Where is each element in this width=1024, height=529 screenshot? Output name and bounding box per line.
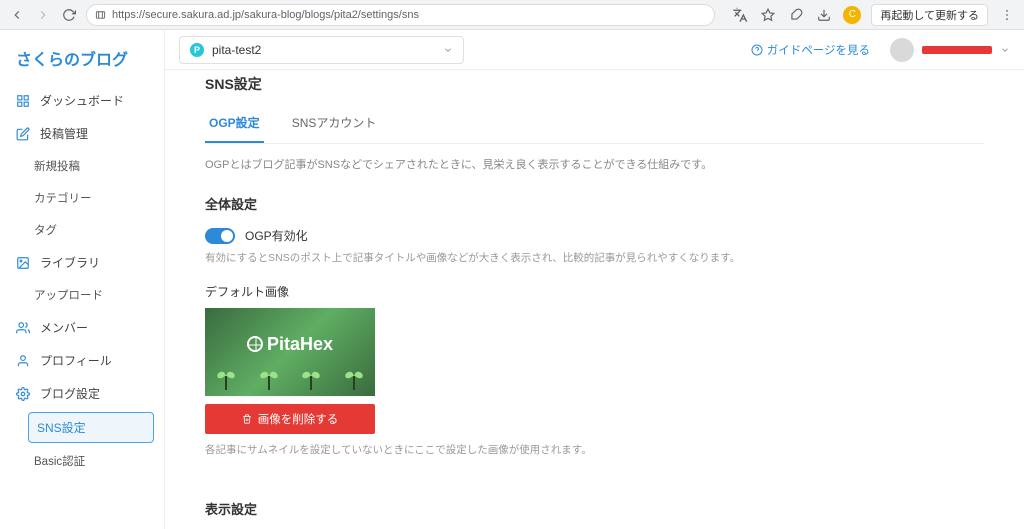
sidebar-label: プロフィール bbox=[40, 352, 112, 369]
user-name-redacted bbox=[922, 46, 992, 54]
download-icon[interactable] bbox=[815, 6, 833, 24]
content: SNS設定 OGP設定 SNSアカウント OGPとはブログ記事がSNSなどでシェ… bbox=[165, 70, 1024, 529]
sidebar-item-category[interactable]: カテゴリー bbox=[0, 182, 164, 214]
guide-link[interactable]: ガイドページを見る bbox=[751, 42, 870, 58]
tabs: OGP設定 SNSアカウント bbox=[205, 106, 984, 144]
sidebar-item-upload[interactable]: アップロード bbox=[0, 279, 164, 311]
back-button[interactable] bbox=[8, 6, 26, 24]
help-icon bbox=[751, 44, 763, 56]
tab-ogp[interactable]: OGP設定 bbox=[205, 106, 264, 143]
kebab-menu-icon[interactable] bbox=[998, 6, 1016, 24]
site-info-icon bbox=[95, 9, 106, 20]
gear-icon bbox=[16, 387, 30, 401]
translate-icon[interactable] bbox=[731, 6, 749, 24]
user-menu[interactable] bbox=[890, 38, 1010, 62]
blog-avatar-icon: P bbox=[190, 43, 204, 57]
sidebar-item-tag[interactable]: タグ bbox=[0, 214, 164, 246]
sidebar-label: 投稿管理 bbox=[40, 125, 88, 142]
dashboard-icon bbox=[16, 94, 30, 108]
avatar bbox=[890, 38, 914, 62]
ogp-help-text: OGPとはブログ記事がSNSなどでシェアされたときに、見栄え良く表示することがで… bbox=[205, 156, 984, 172]
sidebar: さくらのブログ ダッシュボード 投稿管理 新規投稿 カテゴリー タグ ライブラリ… bbox=[0, 30, 165, 529]
profile-icon[interactable]: C bbox=[843, 6, 861, 24]
url-text: https://secure.sakura.ad.jp/sakura-blog/… bbox=[112, 9, 419, 21]
address-bar[interactable]: https://secure.sakura.ad.jp/sakura-blog/… bbox=[86, 4, 715, 26]
tab-sns-account[interactable]: SNSアカウント bbox=[288, 106, 381, 143]
ogp-enable-help: 有効にするとSNSのポスト上で記事タイトルや画像などが大きく表示され、比較的記事… bbox=[205, 250, 984, 265]
blog-selector[interactable]: P pita-test2 bbox=[179, 36, 464, 64]
trash-icon bbox=[242, 414, 252, 424]
image-brand-text: PitaHex bbox=[247, 334, 333, 355]
sidebar-item-new-post[interactable]: 新規投稿 bbox=[0, 150, 164, 182]
sidebar-item-blog-settings[interactable]: ブログ設定 bbox=[0, 377, 164, 410]
sidebar-label: ダッシュボード bbox=[40, 92, 124, 109]
sidebar-item-basic-auth[interactable]: Basic認証 bbox=[0, 445, 164, 477]
section-global: 全体設定 bbox=[205, 194, 984, 213]
image-icon bbox=[16, 256, 30, 270]
browser-toolbar: https://secure.sakura.ad.jp/sakura-blog/… bbox=[0, 0, 1024, 30]
globe-icon bbox=[247, 336, 263, 352]
app-logo[interactable]: さくらのブログ bbox=[0, 40, 164, 84]
sidebar-label: ライブラリ bbox=[40, 254, 100, 271]
sidebar-item-member[interactable]: メンバー bbox=[0, 311, 164, 344]
edit-icon bbox=[16, 127, 30, 141]
bookmark-icon[interactable] bbox=[759, 6, 777, 24]
chevron-down-icon bbox=[1000, 45, 1010, 55]
user-icon bbox=[16, 354, 30, 368]
extensions-icon[interactable] bbox=[787, 6, 805, 24]
delete-image-button[interactable]: 画像を削除する bbox=[205, 404, 375, 434]
topbar: P pita-test2 ガイドページを見る bbox=[165, 30, 1024, 70]
ogp-enable-toggle[interactable] bbox=[205, 228, 235, 244]
reload-update-chip[interactable]: 再起動して更新する bbox=[871, 4, 988, 26]
reload-button[interactable] bbox=[60, 6, 78, 24]
users-icon bbox=[16, 321, 30, 335]
blog-name: pita-test2 bbox=[212, 43, 261, 57]
sidebar-label: ブログ設定 bbox=[40, 385, 100, 402]
sidebar-label: メンバー bbox=[40, 319, 88, 336]
sidebar-item-library[interactable]: ライブラリ bbox=[0, 246, 164, 279]
default-image-help: 各記事にサムネイルを設定していないときにここで設定した画像が使用されます。 bbox=[205, 442, 984, 457]
default-image-preview: PitaHex bbox=[205, 308, 375, 396]
sidebar-item-sns-settings[interactable]: SNS設定 bbox=[28, 412, 154, 443]
chevron-down-icon bbox=[443, 45, 453, 55]
ogp-enable-label: OGP有効化 bbox=[245, 227, 308, 244]
section-display: 表示設定 bbox=[205, 499, 984, 518]
sidebar-item-profile[interactable]: プロフィール bbox=[0, 344, 164, 377]
sidebar-item-dashboard[interactable]: ダッシュボード bbox=[0, 84, 164, 117]
default-image-label: デフォルト画像 bbox=[205, 283, 984, 300]
forward-button[interactable] bbox=[34, 6, 52, 24]
page-title: SNS設定 bbox=[205, 74, 984, 94]
sidebar-item-posts[interactable]: 投稿管理 bbox=[0, 117, 164, 150]
